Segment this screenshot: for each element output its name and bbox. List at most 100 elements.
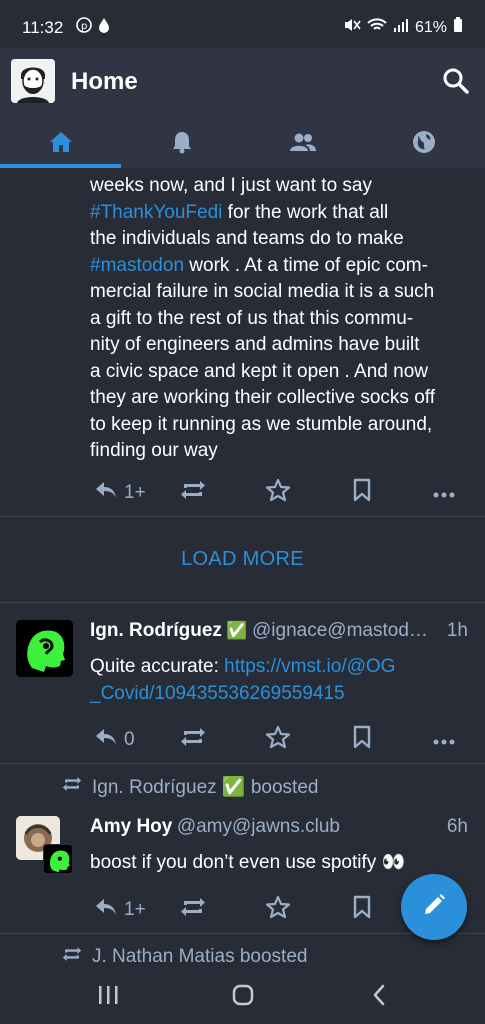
status-link-continued[interactable]: _Covid/109435536269559415 [90,683,345,704]
status-line: weeks now, and I just want to say [90,173,475,200]
boost-icon [180,726,206,754]
status-header: Ign. Rodríguez ✅ @ignace@mastod… [90,620,430,642]
star-icon [265,725,291,755]
status-text: finding our way [90,440,218,461]
star-icon [265,478,291,508]
status-link[interactable]: https://vmst.io/@OG [224,656,395,677]
compose-button[interactable] [401,874,467,940]
account-avatar[interactable] [16,620,73,677]
search-button[interactable] [441,66,471,96]
divider [0,763,485,764]
status-text: a civic space and kept it open . And now [90,360,428,382]
bookmark-icon [352,725,372,755]
boost-button[interactable] [180,726,206,754]
favourite-button[interactable] [265,895,291,925]
bookmark-button[interactable] [352,478,372,508]
status-header: Amy Hoy @amy@jawns.club [90,816,430,838]
recents-button[interactable] [93,982,123,1012]
home-timeline[interactable]: weeks now, and I just want to say #ThankY… [0,168,485,968]
reply-button[interactable]: 1+ [94,480,146,506]
more-icon [433,482,455,504]
reply-icon [94,727,118,753]
system-navigation-bar [0,968,485,1024]
favourite-button[interactable] [265,725,291,755]
timeline-tabs [0,120,485,168]
status-text: they are working their collective socks … [90,387,435,408]
tab-federated[interactable] [364,120,485,168]
status-text: to keep it running as we stumble around, [90,413,433,435]
more-icon [433,729,455,751]
status-time[interactable]: 6h [447,816,468,838]
bookmark-icon [352,478,372,508]
status-line: a gift to the rest of us that this commu… [90,306,475,333]
reply-icon [94,480,118,506]
star-icon [265,895,291,925]
back-button[interactable] [364,982,394,1012]
tab-local[interactable] [243,120,364,168]
display-name[interactable]: Ign. Rodríguez [90,620,222,641]
home-circle-icon [231,983,255,1012]
display-name[interactable]: Amy Hoy [90,816,172,837]
wifi-icon [367,17,387,38]
status-left-icons: p [76,17,110,36]
status-line: they are working their collective socks … [90,385,475,412]
status-text: nity of engineers and admins have built [90,334,420,355]
more-button[interactable] [433,729,455,751]
status-line: the individuals and teams do to make [90,226,475,253]
page-title: Home [71,68,138,95]
status-line: #ThankYouFedi for the work that all [90,200,475,227]
mute-icon [343,17,361,38]
bookmark-icon [352,895,372,925]
bookmark-button[interactable] [352,895,372,925]
battery-percent: 61% [414,18,447,36]
tab-home[interactable] [0,120,122,168]
reply-count: 1+ [124,899,146,920]
account-handle[interactable]: @ignace@mastod… [252,620,428,641]
status-content[interactable]: boost if you don’t even use spotify 👀 [90,850,470,877]
app-bar: Home [0,48,485,168]
more-button[interactable] [433,482,455,504]
status-content[interactable]: Quite accurate: https://vmst.io/@OG _Cov… [90,654,470,707]
status-text: a gift to the rest of us that this commu… [90,307,414,329]
status-line: #mastodon work . At a time of epic com- [90,253,475,280]
back-chevron-icon [371,984,387,1011]
status-line: finding our way [90,438,475,465]
bookmark-button[interactable] [352,725,372,755]
reply-button[interactable]: 0 [94,727,135,753]
status-line: to keep it running as we stumble around, [90,412,475,439]
boost-button[interactable] [180,479,206,507]
status-text: mercial failure in social media it is a … [90,281,435,302]
load-more-button[interactable]: LOAD MORE [0,517,485,602]
reply-count: 0 [124,729,135,750]
pinterest-notification-icon: p [76,17,92,36]
status-content[interactable]: weeks now, and I just want to say #ThankY… [90,173,475,465]
booster-avatar [43,844,73,874]
account-handle[interactable]: @amy@jawns.club [177,816,340,837]
recents-icon [97,985,119,1010]
reply-button[interactable]: 1+ [94,897,146,923]
divider [0,933,485,934]
status-right: 61% [343,17,463,38]
status-line: a civic space and kept it open . And now [90,359,475,386]
verified-badge: ✅ [226,621,248,640]
status-text: Quite accurate: [90,656,225,677]
status-line: mercial failure in social media it is a … [90,279,475,306]
favourite-button[interactable] [265,478,291,508]
profile-avatar[interactable] [11,59,55,103]
signal-icon [393,17,409,38]
boosted-by-text: Ign. Rodríguez ✅ boosted [92,777,319,798]
boost-button[interactable] [180,896,206,924]
boost-icon [62,775,82,799]
boost-attribution[interactable]: Ign. Rodríguez ✅ boosted [62,775,318,799]
boost-attribution[interactable]: J. Nathan Matias boosted [62,945,307,968]
tab-notifications[interactable] [121,120,242,168]
reply-icon [94,897,118,923]
boosted-by-text: J. Nathan Matias boosted [92,946,308,967]
hashtag-link[interactable]: #ThankYouFedi [90,202,222,223]
status-bar: 11:32 p 61% [0,0,485,48]
status-line: nity of engineers and admins have built [90,332,475,359]
home-system-button[interactable] [228,982,258,1012]
status-time[interactable]: 1h [447,620,468,642]
hashtag-link[interactable]: #mastodon [90,255,184,276]
status-text: work . At a time of epic com- [184,254,428,276]
